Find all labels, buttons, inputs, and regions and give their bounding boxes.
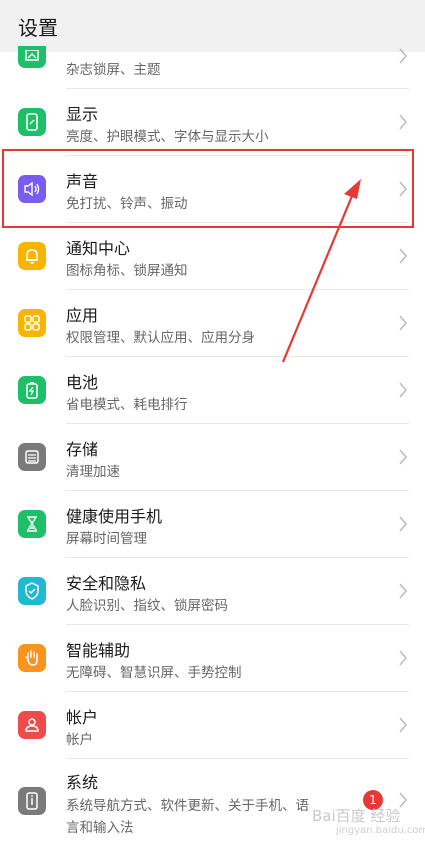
annotation-arrow-icon <box>281 179 361 363</box>
watermark-url: jingyan.baidu.com <box>336 825 425 836</box>
watermark: Bai百度 经验 <box>312 807 401 825</box>
